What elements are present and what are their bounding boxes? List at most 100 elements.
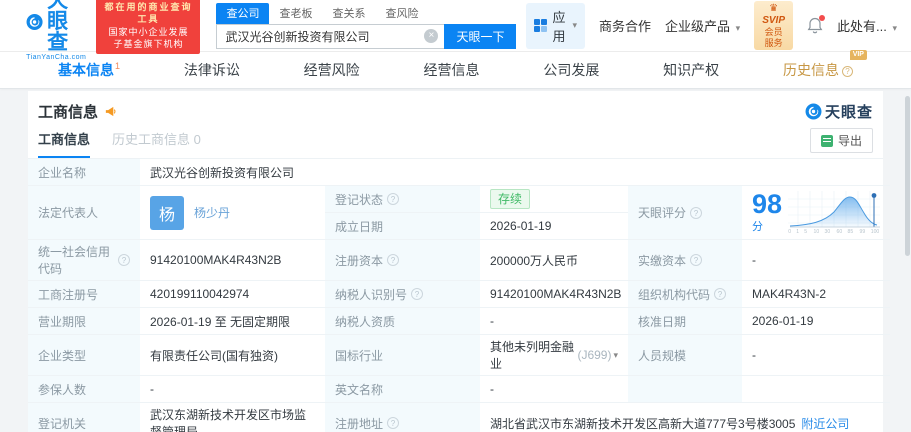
lock-icon: ? (842, 66, 853, 77)
score-axis-labels: 01 510 3060 8599 100 (788, 229, 880, 235)
field-value-industry[interactable]: 其他未列明金融业 (J699) ▾ (480, 335, 628, 376)
export-label: 导出 (838, 132, 862, 149)
tianyancha-logo[interactable]: 天眼查 TianYanCha.com (26, 0, 86, 61)
nearby-companies-link[interactable]: 附近公司 (801, 415, 849, 432)
top-header: 天眼查 TianYanCha.com 都在用的商业查询工具 国家中小企业发展子基… (0, 0, 911, 52)
tab-intellectual-property[interactable]: 知识产权 (663, 60, 719, 80)
crown-icon: ♛ (769, 3, 778, 14)
field-label-org-code: 组织机构代码? (628, 281, 742, 308)
field-value-tianyan-score[interactable]: 98 分 (742, 186, 890, 240)
search-tab-risk[interactable]: 查风险 (375, 3, 428, 24)
field-value-approval-date: 2026-01-19 (742, 308, 890, 335)
field-label-tianyan-score: 天眼评分 ? (628, 186, 742, 240)
chevron-down-icon: ▾ (736, 23, 741, 33)
score-unit: 分 (752, 221, 763, 233)
info-icon[interactable]: ? (411, 288, 423, 300)
info-icon[interactable]: ? (690, 254, 702, 266)
field-value-reg-capital: 200000万人民币 (480, 240, 628, 281)
apps-grid-icon (534, 19, 547, 32)
tab-company-development[interactable]: 公司发展 (543, 60, 599, 80)
info-icon[interactable]: ? (714, 288, 726, 300)
export-icon (821, 135, 833, 147)
field-value-legal-rep: 杨 杨少丹 (140, 186, 325, 240)
subtab-history-business-info[interactable]: 历史工商信息 0 (112, 129, 201, 158)
tab-basic-info-label: 基本信息 (58, 62, 114, 78)
field-value-english-name: - (480, 376, 628, 403)
field-label-credit-code: 统一社会信用代码? (28, 240, 140, 281)
tab-basic-info[interactable]: 基本信息1 (58, 60, 120, 80)
search-tab-company[interactable]: 查公司 (216, 3, 269, 24)
tab-history-info[interactable]: VIP 历史信息? (783, 60, 853, 80)
watermark-text: 天眼查 (825, 101, 873, 122)
field-value-paid-capital: - (742, 240, 890, 281)
apps-menu[interactable]: 应用 ▾ (526, 3, 585, 49)
score-curve-chart: 01 510 3060 8599 100 (788, 191, 880, 235)
field-label-approval-date: 核准日期 (628, 308, 742, 335)
business-info-card: 工商信息 天眼查 工商信息 历史工商信息 0 导出 (28, 91, 883, 432)
field-label-english-name: 英文名称 (325, 376, 480, 403)
field-value-est-date: 2026-01-19 (480, 213, 628, 240)
legal-rep-avatar[interactable]: 杨 (150, 196, 184, 230)
search-area: 查公司 查老板 查关系 查风险 × 天眼一下 (216, 3, 516, 49)
section-title: 工商信息 (38, 101, 98, 122)
info-icon[interactable]: ? (387, 193, 399, 205)
field-value-taxpayer-quality: - (480, 308, 628, 335)
tab-history-label: 历史信息 (783, 62, 839, 78)
menu-cooperation[interactable]: 商务合作 (599, 16, 651, 35)
search-tab-relation[interactable]: 查关系 (322, 3, 375, 24)
score-number: 98 (752, 189, 782, 219)
svip-badge[interactable]: ♛ SVIP 会员服务 (754, 1, 793, 51)
section-title-wrap: 工商信息 (38, 101, 117, 122)
field-value-company-type: 有限责任公司(国有独资) (140, 335, 325, 376)
watermark: 天眼查 (805, 101, 873, 122)
user-menu[interactable]: 此处有... ▾ (837, 16, 897, 35)
search-tab-boss[interactable]: 查老板 (269, 3, 322, 24)
subtab-history-count: 0 (194, 132, 201, 147)
score-label: 天眼评分 (638, 204, 686, 221)
tab-operating-risk[interactable]: 经营风险 (304, 60, 360, 80)
field-value-biz-term: 2026-01-19 至 无固定期限 (140, 308, 325, 335)
svip-sublabel: 会员服务 (762, 27, 785, 49)
search-tabs: 查公司 查老板 查关系 查风险 (216, 3, 516, 24)
info-icon[interactable]: ? (690, 207, 702, 219)
tab-count: 1 (115, 61, 120, 71)
field-value-insured-count: - (140, 376, 325, 403)
watermark-logo-icon (805, 103, 822, 120)
notification-bell[interactable] (807, 17, 823, 34)
company-nav-tabs: 基本信息1 法律诉讼 经营风险 经营信息 公司发展 知识产权 VIP 历史信息? (0, 52, 911, 89)
chevron-down-icon: ▾ (572, 20, 577, 31)
field-value-taxpayer-id: 91420100MAK4R43N2B (480, 281, 628, 308)
search-input[interactable] (216, 24, 444, 49)
field-value-org-code: MAK4R43N-2 (742, 281, 890, 308)
field-value-staff-size: - (742, 335, 890, 376)
logo-title: 天眼查 (47, 0, 86, 53)
field-label-industry: 国标行业 (325, 335, 480, 376)
export-button[interactable]: 导出 (810, 128, 873, 153)
info-icon[interactable]: ? (387, 417, 399, 429)
legal-rep-name[interactable]: 杨少丹 (194, 204, 230, 221)
subtab-business-info[interactable]: 工商信息 (38, 129, 90, 158)
info-icon[interactable]: ? (387, 254, 399, 266)
clear-icon[interactable]: × (424, 29, 438, 43)
scrollbar[interactable] (905, 96, 910, 256)
field-label-paid-capital: 实缴资本? (628, 240, 742, 281)
reg-status-label: 登记状态 (335, 191, 383, 208)
field-label-company-type: 企业类型 (28, 335, 140, 376)
status-badge: 存续 (490, 189, 530, 209)
svip-label: SVIP (762, 15, 785, 26)
field-value-empty (742, 376, 890, 403)
field-label-insured-count: 参保人数 (28, 376, 140, 403)
info-icon[interactable]: ? (118, 254, 130, 266)
chevron-down-icon[interactable]: ▾ (613, 350, 618, 361)
field-label-reg-authority: 登记机关 (28, 403, 140, 432)
vip-badge: VIP (850, 50, 867, 60)
field-label-reg-number: 工商注册号 (28, 281, 140, 308)
tab-legal-proceedings[interactable]: 法律诉讼 (184, 60, 240, 80)
search-button[interactable]: 天眼一下 (444, 24, 516, 49)
field-value-company-name: 武汉光谷创新投资有限公司 (140, 159, 890, 186)
industry-code: (J699) (577, 348, 611, 362)
menu-enterprise[interactable]: 企业级产品 ▾ (665, 16, 740, 35)
tab-operating-info[interactable]: 经营信息 (424, 60, 480, 80)
field-label-company-name: 企业名称 (28, 159, 140, 186)
username: 此处有... (837, 19, 887, 34)
